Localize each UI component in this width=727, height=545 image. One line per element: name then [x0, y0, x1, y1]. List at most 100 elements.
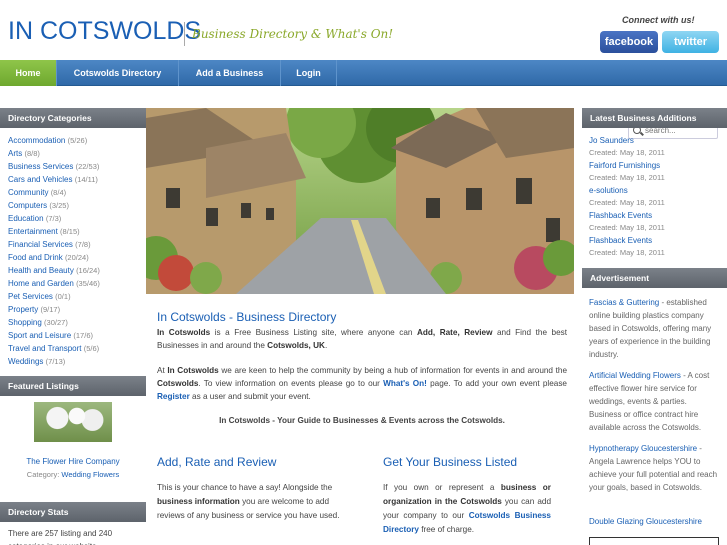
- col1-highlight: business information: [157, 497, 240, 506]
- main-nav: Home Cotswolds Directory Add a Business …: [0, 60, 727, 139]
- events-text-2: we are keen to help the community by bei…: [218, 366, 568, 375]
- category-link[interactable]: Computers: [8, 201, 47, 210]
- category-item[interactable]: Business Services (22/53): [8, 160, 146, 173]
- category-link[interactable]: Entertainment: [8, 227, 58, 236]
- category-item[interactable]: Shopping (30/27): [8, 316, 146, 329]
- featured-listing-name[interactable]: The Flower Hire Company: [0, 457, 146, 466]
- category-link[interactable]: Education: [8, 214, 44, 223]
- featured-listing-image[interactable]: [34, 402, 112, 442]
- latest-business-link[interactable]: e-solutions: [589, 184, 719, 197]
- register-link[interactable]: Register: [157, 392, 190, 401]
- category-link[interactable]: Shopping: [8, 318, 42, 327]
- latest-business-date: Created: May 18, 2011: [589, 173, 665, 182]
- category-item[interactable]: Cars and Vehicles (14/11): [8, 173, 146, 186]
- category-link[interactable]: Weddings: [8, 357, 43, 366]
- col2-text-1: If you own or represent a: [383, 483, 501, 492]
- intro-brand: In Cotswolds: [157, 328, 211, 337]
- category-item[interactable]: Food and Drink (20/24): [8, 251, 146, 264]
- site-logo[interactable]: IN COTSWOLDS: [8, 17, 201, 46]
- ad-link[interactable]: Fascias & Guttering: [589, 298, 659, 307]
- category-count: (14/11): [74, 175, 98, 184]
- twitter-button[interactable]: twitter: [662, 31, 719, 53]
- category-item[interactable]: Home and Garden (35/46): [8, 277, 146, 290]
- ad-text: - A cost effective flower hire service f…: [589, 371, 710, 432]
- col1-text-1: This is your chance to have a say! Along…: [157, 483, 333, 492]
- category-count: (8/15): [60, 227, 80, 236]
- category-item[interactable]: Financial Services (7/8): [8, 238, 146, 251]
- intro-highlight: Add, Rate, Review: [416, 328, 493, 337]
- nav-login[interactable]: Login: [281, 60, 337, 86]
- category-link[interactable]: Food and Drink: [8, 253, 63, 262]
- category-item[interactable]: Property (9/17): [8, 303, 146, 316]
- category-link[interactable]: Community: [8, 188, 48, 197]
- page-title: In Cotswolds - Business Directory: [157, 310, 337, 324]
- latest-business-date: Created: May 18, 2011: [589, 223, 665, 232]
- category-count: (7/8): [75, 240, 91, 249]
- featured-category-label: Category:: [26, 470, 60, 479]
- site-header: IN COTSWOLDS Business Directory & What's…: [0, 0, 727, 60]
- latest-business-link[interactable]: Jo Saunders: [589, 134, 719, 147]
- whats-on-link[interactable]: What's On!: [383, 379, 427, 388]
- logo-in: IN: [8, 17, 33, 45]
- facebook-button[interactable]: facebook: [600, 31, 658, 53]
- category-count: (8/8): [24, 149, 40, 158]
- category-link[interactable]: Travel and Transport: [8, 344, 82, 353]
- latest-business-link[interactable]: Flashback Events: [589, 209, 719, 222]
- category-count: (17/6): [73, 331, 93, 340]
- category-item[interactable]: Weddings (7/13): [8, 355, 146, 368]
- ad-banner-frame[interactable]: [589, 537, 719, 545]
- latest-business-link[interactable]: Flashback Events: [589, 234, 719, 247]
- events-location: Cotswolds: [157, 379, 199, 388]
- category-item[interactable]: Health and Beauty (16/24): [8, 264, 146, 277]
- category-item[interactable]: Computers (3/25): [8, 199, 146, 212]
- category-link[interactable]: Business Services: [8, 162, 73, 171]
- category-link[interactable]: Accommodation: [8, 136, 65, 145]
- featured-listing-category: Category: Wedding Flowers: [0, 470, 146, 479]
- latest-business-date: Created: May 18, 2011: [589, 198, 665, 207]
- logo-cotswolds: COTSWOLDS: [39, 17, 202, 45]
- category-link[interactable]: Sport and Leisure: [8, 331, 71, 340]
- category-list: Accommodation (5/26) Arts (8/8) Business…: [8, 134, 146, 368]
- events-text-1: At: [157, 366, 168, 375]
- nav-home[interactable]: Home: [0, 60, 57, 86]
- category-item[interactable]: Pet Services (0/1): [8, 290, 146, 303]
- category-count: (20/24): [64, 253, 89, 262]
- category-item[interactable]: Education (7/3): [8, 212, 146, 225]
- category-link[interactable]: Financial Services: [8, 240, 73, 249]
- ad-link[interactable]: Artificial Wedding Flowers: [589, 371, 681, 380]
- category-link[interactable]: Arts: [8, 149, 22, 158]
- intro-text-3: .: [324, 341, 328, 350]
- category-link[interactable]: Pet Services: [8, 292, 53, 301]
- category-count: (35/46): [76, 279, 100, 288]
- category-count: (22/53): [75, 162, 100, 171]
- events-text-5: as a user and submit your event.: [189, 392, 311, 401]
- category-link[interactable]: Health and Beauty: [8, 266, 74, 275]
- stats-text: There are 257 listing and 240 categories…: [8, 529, 113, 545]
- category-count: (7/3): [45, 214, 62, 223]
- events-text-3: . To view information on events please g…: [198, 379, 384, 388]
- latest-business-link[interactable]: Fairford Furnishings: [589, 159, 719, 172]
- featured-category-link[interactable]: Wedding Flowers: [61, 470, 119, 479]
- category-count: (5/26): [67, 136, 88, 145]
- advertisement-item: Double Glazing Gloucestershire: [589, 515, 719, 528]
- category-link[interactable]: Cars and Vehicles: [8, 175, 72, 184]
- ad-link[interactable]: Hypnotherapy Gloucestershire: [589, 444, 697, 453]
- category-item[interactable]: Entertainment (8/15): [8, 225, 146, 238]
- category-link[interactable]: Home and Garden: [8, 279, 74, 288]
- ad-link[interactable]: Double Glazing Gloucestershire: [589, 517, 702, 526]
- events-text-4: page. To add your own event please: [426, 379, 567, 388]
- category-item[interactable]: Sport and Leisure (17/6): [8, 329, 146, 342]
- intro-paragraph: In Cotswolds is a Free Business Listing …: [157, 326, 567, 352]
- latest-business-date: Created: May 18, 2011: [589, 248, 665, 257]
- nav-add-business[interactable]: Add a Business: [179, 60, 281, 86]
- nav-cotswolds-directory[interactable]: Cotswolds Directory: [57, 60, 179, 86]
- category-item[interactable]: Accommodation (5/26): [8, 134, 146, 147]
- category-item[interactable]: Arts (8/8): [8, 147, 146, 160]
- category-link[interactable]: Property: [8, 305, 38, 314]
- get-listed-heading: Get Your Business Listed: [383, 455, 518, 469]
- category-count: (9/17): [40, 305, 61, 314]
- category-item[interactable]: Community (8/4): [8, 186, 146, 199]
- category-item[interactable]: Travel and Transport (5/6): [8, 342, 146, 355]
- hero-image: [146, 108, 574, 294]
- featured-listing-link[interactable]: The Flower Hire Company: [26, 457, 119, 466]
